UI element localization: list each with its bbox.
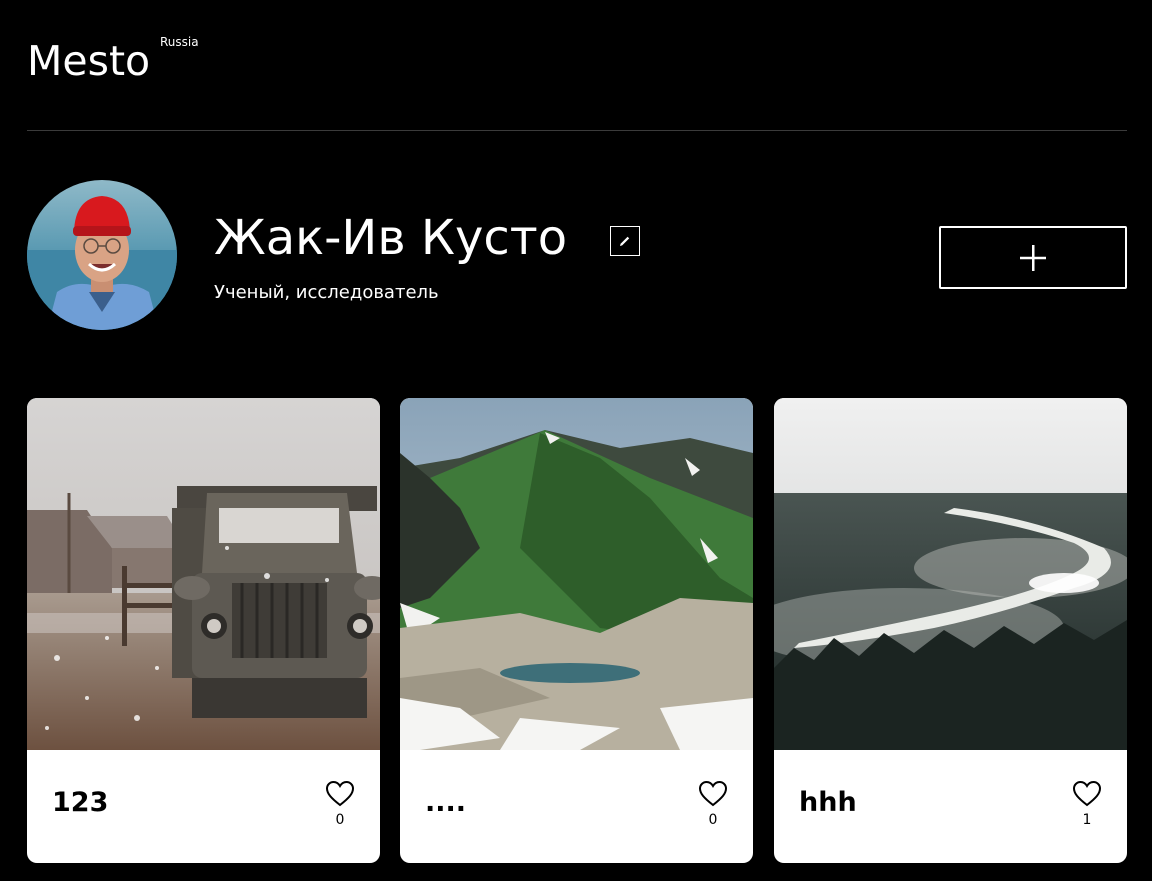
header: Mesto Russia	[27, 0, 1127, 131]
profile-name: Жак-Ив Кусто	[214, 210, 568, 266]
like-count: 1	[1082, 812, 1092, 828]
avatar[interactable]	[27, 180, 177, 330]
river-photo	[774, 398, 1127, 750]
card-image[interactable]	[774, 398, 1127, 750]
plus-icon	[1020, 244, 1046, 271]
like-button[interactable]	[325, 780, 355, 808]
card-title: ....	[425, 787, 467, 818]
edit-profile-button[interactable]	[610, 226, 640, 256]
add-card-button[interactable]	[939, 226, 1127, 289]
pencil-icon	[620, 236, 630, 246]
heart-icon	[1072, 780, 1102, 807]
card-title: hhh	[799, 787, 857, 818]
logo-region: Russia	[160, 35, 199, 49]
avatar-photo	[27, 180, 177, 330]
card-title: 123	[52, 787, 109, 818]
logo: Mesto	[27, 37, 151, 85]
card: .... 0	[400, 398, 753, 863]
card-image[interactable]	[400, 398, 753, 750]
like-button[interactable]	[698, 780, 728, 808]
heart-icon	[698, 780, 728, 807]
card-image[interactable]	[27, 398, 380, 750]
like-button[interactable]	[1072, 780, 1102, 808]
card: hhh 1	[774, 398, 1127, 863]
card: 123 0	[27, 398, 380, 863]
profile-about: Ученый, исследователь	[214, 282, 439, 303]
like-count: 0	[335, 812, 345, 828]
heart-icon	[325, 780, 355, 807]
mountains-photo	[400, 398, 753, 750]
truck-photo	[27, 398, 380, 750]
like-count: 0	[708, 812, 718, 828]
